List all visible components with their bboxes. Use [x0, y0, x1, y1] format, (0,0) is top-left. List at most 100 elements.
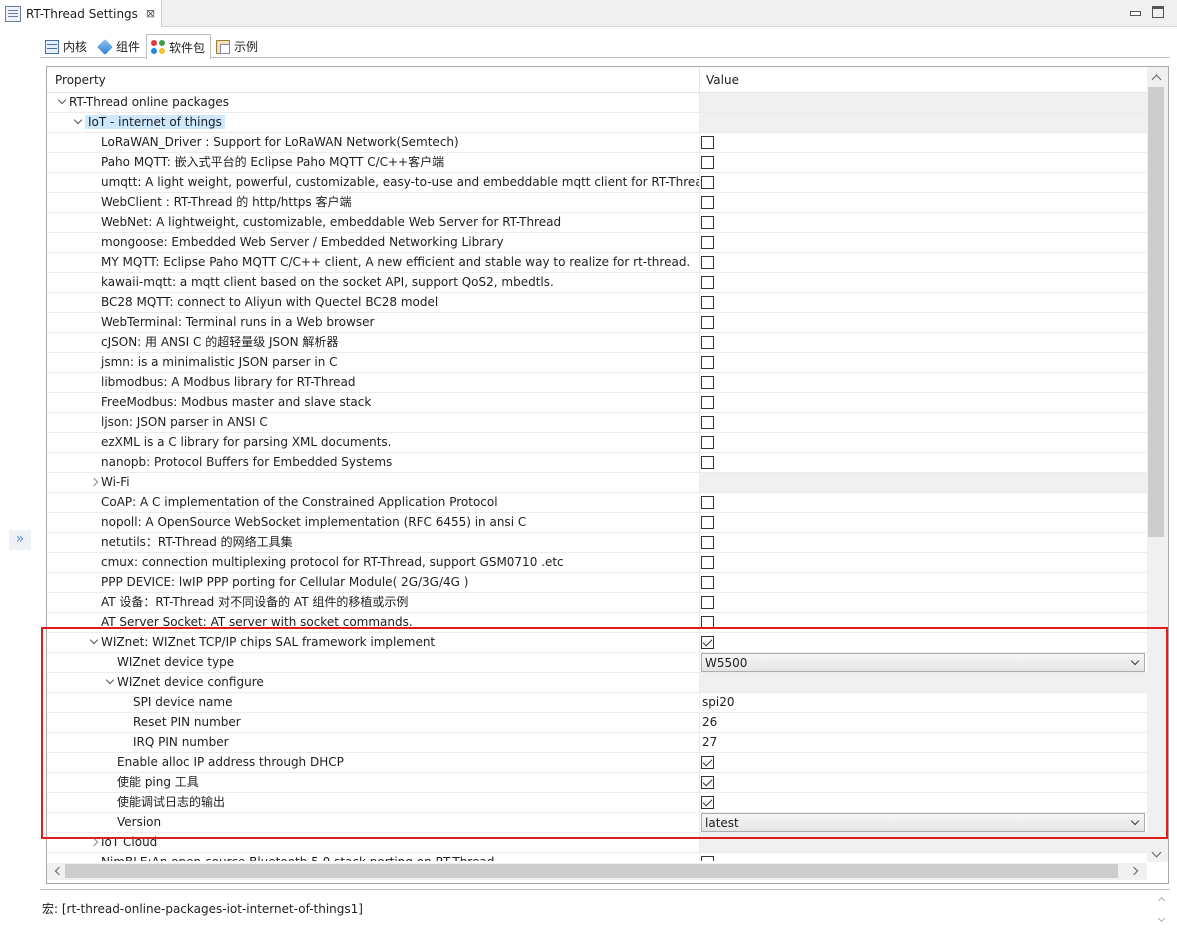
- tab-components[interactable]: 组件: [93, 34, 146, 58]
- editor-tab-rt-thread-settings[interactable]: RT-Thread Settings ⊠: [0, 0, 162, 27]
- column-header-property[interactable]: Property: [55, 73, 106, 87]
- table-row[interactable]: 使能调试日志的输出: [47, 793, 1147, 813]
- table-row[interactable]: IRQ PIN number 27: [47, 733, 1147, 753]
- chevron-down-icon[interactable]: [87, 634, 101, 652]
- table-row[interactable]: MY MQTT: Eclipse Paho MQTT C/C++ client,…: [47, 253, 1147, 273]
- table-row[interactable]: Reset PIN number 26: [47, 713, 1147, 733]
- table-row[interactable]: Version latest: [47, 813, 1147, 833]
- close-tab-icon[interactable]: ⊠: [146, 7, 155, 20]
- table-row[interactable]: umqtt: A light weight, powerful, customi…: [47, 173, 1147, 193]
- table-row[interactable]: WebNet: A lightweight, customizable, emb…: [47, 213, 1147, 233]
- maximize-icon[interactable]: [1152, 6, 1164, 18]
- table-row[interactable]: Wi-Fi: [47, 473, 1147, 493]
- macro-scroll-up-icon[interactable]: [1157, 896, 1166, 905]
- value-text-field[interactable]: 26: [702, 713, 717, 732]
- table-row[interactable]: AT 设备：RT-Thread 对不同设备的 AT 组件的移植或示例: [47, 593, 1147, 613]
- enable-checkbox[interactable]: [701, 776, 714, 789]
- enable-checkbox[interactable]: [701, 136, 714, 149]
- chevron-down-icon[interactable]: [71, 114, 85, 132]
- chevron-right-icon[interactable]: [87, 474, 101, 492]
- table-row[interactable]: PPP DEVICE: lwIP PPP porting for Cellula…: [47, 573, 1147, 593]
- chevron-down-icon[interactable]: [1130, 816, 1140, 826]
- tab-examples[interactable]: 示例: [211, 34, 264, 58]
- value-text-field[interactable]: spi20: [702, 693, 734, 712]
- enable-checkbox[interactable]: [701, 376, 714, 389]
- table-row[interactable]: SPI device name spi20: [47, 693, 1147, 713]
- table-row[interactable]: IoT Cloud: [47, 833, 1147, 853]
- enable-checkbox[interactable]: [701, 516, 714, 529]
- table-row[interactable]: WIZnet: WIZnet TCP/IP chips SAL framewor…: [47, 633, 1147, 653]
- table-row[interactable]: WebClient : RT-Thread 的 http/https 客户端: [47, 193, 1147, 213]
- table-row[interactable]: jsmn: is a minimalistic JSON parser in C: [47, 353, 1147, 373]
- table-row[interactable]: FreeModbus: Modbus master and slave stac…: [47, 393, 1147, 413]
- enable-checkbox[interactable]: [701, 576, 714, 589]
- enable-checkbox[interactable]: [701, 276, 714, 289]
- minimize-icon[interactable]: [1129, 6, 1141, 18]
- enable-checkbox[interactable]: [701, 176, 714, 189]
- table-row[interactable]: CoAP: A C implementation of the Constrai…: [47, 493, 1147, 513]
- enable-checkbox[interactable]: [701, 396, 714, 409]
- enable-checkbox[interactable]: [701, 416, 714, 429]
- table-row[interactable]: netutils：RT-Thread 的网络工具集: [47, 533, 1147, 553]
- table-row[interactable]: 使能 ping 工具: [47, 773, 1147, 793]
- table-row[interactable]: nopoll: A OpenSource WebSocket implement…: [47, 513, 1147, 533]
- table-row[interactable]: Paho MQTT: 嵌入式平台的 Eclipse Paho MQTT C/C+…: [47, 153, 1147, 173]
- enable-checkbox[interactable]: [701, 236, 714, 249]
- enable-checkbox[interactable]: [701, 616, 714, 629]
- table-row[interactable]: NimBLE:An open-source Bluetooth 5.0 stac…: [47, 853, 1147, 861]
- table-row[interactable]: ljson: JSON parser in ANSI C: [47, 413, 1147, 433]
- table-row[interactable]: AT Server Socket: AT server with socket …: [47, 613, 1147, 633]
- value-text-field[interactable]: 27: [702, 733, 717, 752]
- chevron-down-icon[interactable]: [1130, 656, 1140, 666]
- table-row[interactable]: libmodbus: A Modbus library for RT-Threa…: [47, 373, 1147, 393]
- macro-scrollbar[interactable]: [1154, 892, 1170, 928]
- chevron-right-icon[interactable]: [87, 834, 101, 852]
- macro-scroll-down-icon[interactable]: [1157, 914, 1166, 923]
- enable-checkbox[interactable]: [701, 796, 714, 809]
- scroll-up-icon[interactable]: [1151, 74, 1162, 85]
- table-row[interactable]: cmux: connection multiplexing protocol f…: [47, 553, 1147, 573]
- enable-checkbox[interactable]: [701, 756, 714, 769]
- chevron-down-icon[interactable]: [55, 94, 69, 112]
- scroll-thumb[interactable]: [1148, 87, 1164, 537]
- value-dropdown[interactable]: latest: [701, 813, 1145, 832]
- enable-checkbox[interactable]: [701, 336, 714, 349]
- table-row[interactable]: mongoose: Embedded Web Server / Embedded…: [47, 233, 1147, 253]
- hscroll-thumb[interactable]: [65, 864, 1118, 878]
- column-divider[interactable]: [699, 67, 700, 93]
- scroll-down-icon[interactable]: [1151, 847, 1162, 858]
- enable-checkbox[interactable]: [701, 356, 714, 369]
- table-row[interactable]: LoRaWAN_Driver : Support for LoRaWAN Net…: [47, 133, 1147, 153]
- enable-checkbox[interactable]: [701, 496, 714, 509]
- enable-checkbox[interactable]: [701, 196, 714, 209]
- table-row[interactable]: kawaii-mqtt: a mqtt client based on the …: [47, 273, 1147, 293]
- enable-checkbox[interactable]: [701, 256, 714, 269]
- value-dropdown[interactable]: W5500: [701, 653, 1145, 672]
- enable-checkbox[interactable]: [701, 296, 714, 309]
- scroll-right-icon[interactable]: [1129, 866, 1139, 876]
- scroll-left-icon[interactable]: [54, 866, 64, 876]
- table-row[interactable]: RT-Thread online packages: [47, 93, 1147, 113]
- table-row[interactable]: nanopb: Protocol Buffers for Embedded Sy…: [47, 453, 1147, 473]
- expand-panel-icon[interactable]: »: [9, 530, 31, 550]
- table-row[interactable]: BC28 MQTT: connect to Aliyun with Quecte…: [47, 293, 1147, 313]
- vertical-scrollbar[interactable]: [1147, 67, 1168, 862]
- horizontal-scrollbar[interactable]: [47, 863, 1147, 880]
- enable-checkbox[interactable]: [701, 636, 714, 649]
- enable-checkbox[interactable]: [701, 556, 714, 569]
- table-row[interactable]: WebTerminal: Terminal runs in a Web brow…: [47, 313, 1147, 333]
- enable-checkbox[interactable]: [701, 536, 714, 549]
- chevron-down-icon[interactable]: [103, 674, 117, 692]
- enable-checkbox[interactable]: [701, 456, 714, 469]
- enable-checkbox[interactable]: [701, 436, 714, 449]
- enable-checkbox[interactable]: [701, 156, 714, 169]
- enable-checkbox[interactable]: [701, 596, 714, 609]
- table-row[interactable]: WIZnet device type W5500: [47, 653, 1147, 673]
- table-row[interactable]: Enable alloc IP address through DHCP: [47, 753, 1147, 773]
- table-row[interactable]: IoT - internet of things: [47, 113, 1147, 133]
- column-header-value[interactable]: Value: [706, 73, 739, 87]
- enable-checkbox[interactable]: [701, 856, 714, 861]
- tab-packages[interactable]: 软件包: [146, 34, 212, 59]
- table-row[interactable]: cJSON: 用 ANSI C 的超轻量级 JSON 解析器: [47, 333, 1147, 353]
- enable-checkbox[interactable]: [701, 316, 714, 329]
